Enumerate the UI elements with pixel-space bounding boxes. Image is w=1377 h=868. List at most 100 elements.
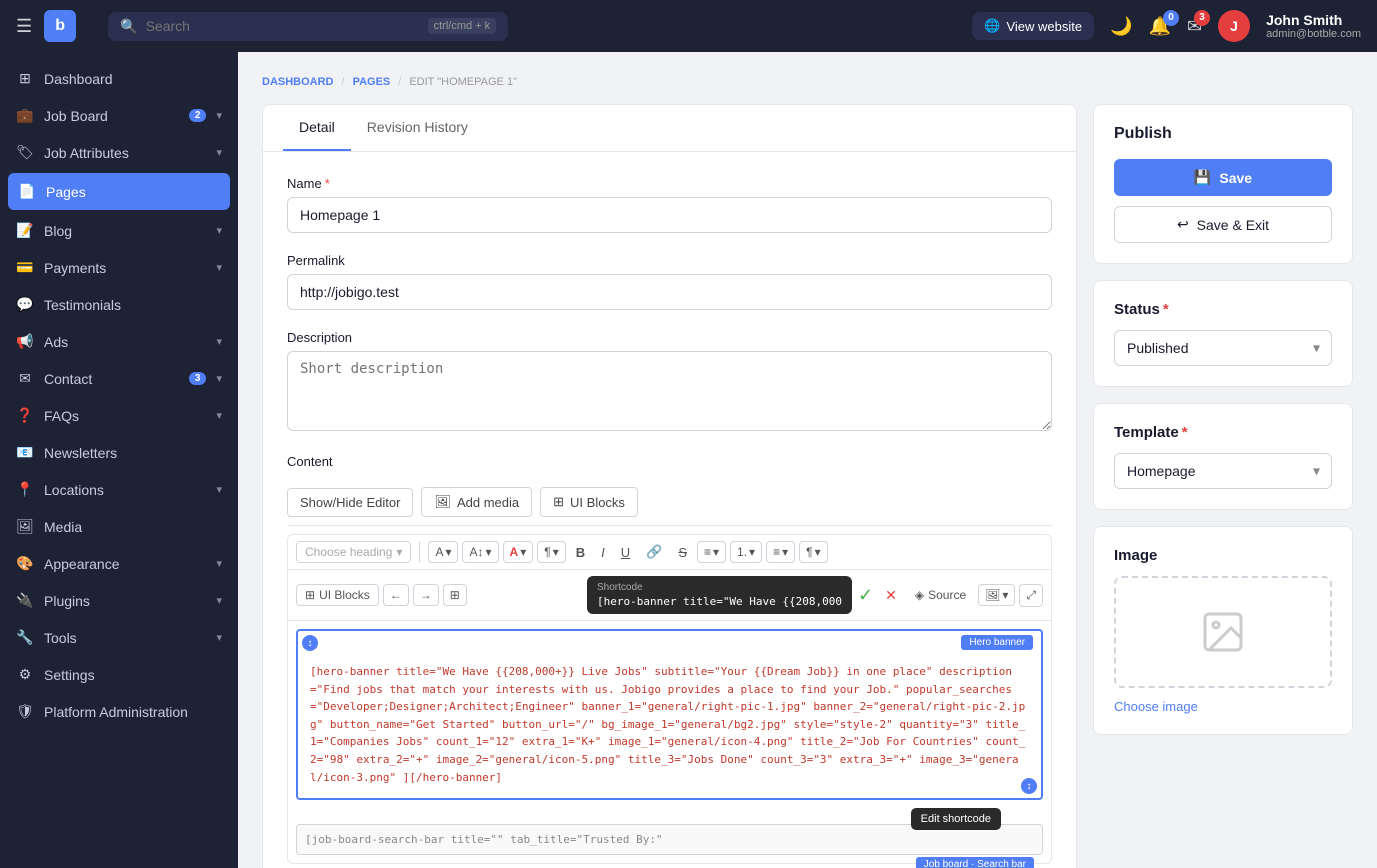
chevron-down-icon: ▾ [216,109,222,122]
ordered-list-button[interactable]: 1. ▾ [730,541,762,563]
sidebar-item-contact[interactable]: ✉ Contact 3 ▾ [0,360,238,397]
choose-image-button[interactable]: Choose image [1114,699,1198,714]
user-avatar[interactable]: J [1218,10,1250,42]
save-exit-button[interactable]: ↩ Save & Exit [1114,206,1332,243]
sidebar-item-ads[interactable]: 📢 Ads ▾ [0,323,238,360]
tab-revision-history[interactable]: Revision History [351,105,484,151]
paragraph-button[interactable]: ¶ ▾ [799,541,827,563]
italic-button[interactable]: I [595,542,611,563]
user-info: John Smith admin@botble.com [1266,12,1361,40]
edit-shortcode-popup: Edit shortcode [911,808,1001,830]
job-attributes-icon: 🏷 [16,144,34,161]
sidebar-item-testimonials[interactable]: 💬 Testimonials [0,286,238,323]
search-bar[interactable]: 🔍 ctrl/cmd + k [108,12,508,41]
description-textarea[interactable] [287,351,1052,431]
editor-toolbar-1: Show/Hide Editor 🖼 Add media ⊞ UI Blocks [287,479,1052,526]
publish-title: Publish [1114,125,1332,143]
notifications-badge: 0 [1163,10,1179,26]
breadcrumb: Dashboard / Pages / Edit "Homepage 1" [262,76,1353,88]
add-media-button[interactable]: 🖼 Add media [421,487,532,517]
sidebar-item-plugins[interactable]: 🔌 Plugins ▾ [0,582,238,619]
sidebar-item-job-board[interactable]: 💼 Job Board 2 ▾ [0,97,238,134]
sidebar-item-settings[interactable]: ⚙ Settings [0,656,238,693]
tab-detail[interactable]: Detail [283,105,351,151]
sidebar-item-label: Pages [46,184,86,200]
permalink-input[interactable] [287,274,1052,310]
sidebar-item-faqs[interactable]: ❓ FAQs ▾ [0,397,238,434]
name-input[interactable] [287,197,1052,233]
breadcrumb-sep-2: / [398,76,401,88]
shortcode-confirm-button[interactable]: ✓ [858,585,873,606]
sidebar-item-dashboard[interactable]: ⊞ Dashboard [0,60,238,97]
sidebar-item-appearance[interactable]: 🎨 Appearance ▾ [0,545,238,582]
show-hide-editor-button[interactable]: Show/Hide Editor [287,488,413,517]
sidebar-item-job-attributes[interactable]: 🏷 Job Attributes ▾ [0,134,238,171]
image-toolbar-button[interactable]: 🖼 ▾ [978,584,1015,606]
breadcrumb-dashboard[interactable]: Dashboard [262,76,334,88]
sidebar-item-label: Contact [44,371,179,387]
template-required: * [1182,424,1188,441]
align-button[interactable]: ≡ ▾ [766,541,795,563]
paragraph-format-button[interactable]: ¶ ▾ [537,541,565,563]
save-button[interactable]: 💾 Save [1114,159,1332,196]
dark-mode-icon[interactable]: 🌙 [1110,16,1132,37]
sidebar-item-tools[interactable]: 🔧 Tools ▾ [0,619,238,656]
template-select[interactable]: Default Homepage [1114,453,1332,489]
fullscreen-button[interactable]: ⤢ [1019,584,1043,607]
source-button[interactable]: ◈ Source [907,584,974,606]
chevron-down-icon: ▾ [216,335,222,348]
chevron-down-icon: ▾ [216,224,222,237]
breadcrumb-sep-1: / [342,76,345,88]
notifications-button[interactable]: 🔔 0 [1149,16,1171,37]
sidebar-item-pages[interactable]: 📄 Pages [8,173,230,210]
font-size-button[interactable]: A↕ ▾ [462,541,498,563]
bold-button[interactable]: B [570,542,591,563]
heading-select[interactable]: Choose heading ▾ [296,541,411,563]
chevron-down-icon: ▾ [216,594,222,607]
unordered-list-button[interactable]: ≡ ▾ [697,541,726,563]
image-title: Image [1114,547,1332,564]
job-board-icon: 💼 [16,107,34,124]
font-select-button[interactable]: A ▾ [428,541,458,563]
table-button[interactable]: ⊞ [443,584,467,606]
resize-handle-br[interactable]: ↕ [1021,778,1037,794]
shortcode-clear-button[interactable]: ✕ [879,583,903,608]
sidebar-item-newsletters[interactable]: 📧 Newsletters [0,434,238,471]
menu-icon[interactable]: ☰ [16,16,32,37]
indent-increase-button[interactable]: → [413,584,439,606]
view-website-button[interactable]: 🌐 View website [972,12,1094,40]
sidebar-item-label: Job Attributes [44,145,206,161]
hero-banner-content[interactable]: [hero-banner title="We Have {{208,000+}}… [310,663,1029,786]
strikethrough-button[interactable]: S [672,542,693,563]
link-button[interactable]: 🔗 [640,541,668,563]
sidebar-item-label: FAQs [44,408,206,424]
chevron-down-icon: ▾ [216,409,222,422]
status-select[interactable]: Draft Published [1114,330,1332,366]
messages-button[interactable]: ✉ 3 [1187,16,1202,37]
breadcrumb-pages[interactable]: Pages [353,76,391,88]
sidebar-item-locations[interactable]: 📍 Locations ▾ [0,471,238,508]
permalink-label: Permalink [287,253,1052,268]
ui-blocks-button[interactable]: ⊞ UI Blocks [540,487,638,517]
sidebar-item-platform-administration[interactable]: 🛡 Platform Administration [0,693,238,730]
font-color-button[interactable]: A ▾ [503,541,534,563]
indent-decrease-button[interactable]: ← [383,584,409,606]
contact-icon: ✉ [16,370,34,387]
chevron-down-icon: ▾ [216,483,222,496]
heading-chevron-icon: ▾ [396,545,402,559]
sidebar-item-label: Settings [44,667,95,683]
search-input[interactable] [146,18,420,34]
description-field-group: Description [287,330,1052,434]
main-content: Dashboard / Pages / Edit "Homepage 1" De… [238,52,1377,868]
ui-blocks-inline-button[interactable]: ⊞ UI Blocks [296,584,379,606]
sidebar-item-label: Tools [44,630,206,646]
sidebar-item-payments[interactable]: 💳 Payments ▾ [0,249,238,286]
sidebar-item-media[interactable]: 🖼 Media [0,508,238,545]
ui-blocks-inline-icon: ⊞ [305,588,315,602]
resize-handle-tl[interactable]: ↕ [302,635,318,651]
job-board-content[interactable]: [job-board-search-bar title="" tab_title… [305,833,1034,846]
underline-button[interactable]: U [615,542,636,563]
tools-icon: 🔧 [16,629,34,646]
sidebar-item-blog[interactable]: 📝 Blog ▾ [0,212,238,249]
sidebar-item-label: Media [44,519,82,535]
